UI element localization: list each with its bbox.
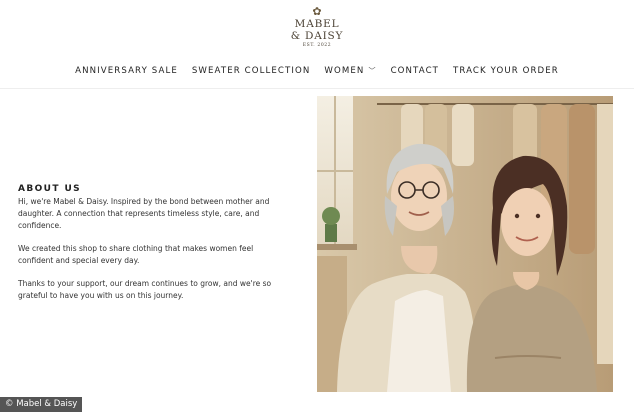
site-header: ✿ MABEL & DAISY EST. 2022 ANNIVERSARY SA… [0,0,634,89]
nav-item-women[interactable]: WOMEN ﹀ [324,66,376,76]
brand-logo[interactable]: ✿ MABEL & DAISY EST. 2022 [0,6,634,49]
founders-photo [317,96,613,392]
about-title: ABOUT US [18,184,82,194]
flower-icon: ✿ [312,5,322,18]
about-paragraph-1: Hi, we're Mabel & Daisy. Inspired by the… [18,197,270,230]
photo-credit: © Mabel & Daisy [0,397,83,412]
about-paragraph-3: Thanks to your support, our dream contin… [18,279,272,300]
nav-item-track-order[interactable]: TRACK YOUR ORDER [453,66,559,76]
logo-established: EST. 2022 [302,43,332,48]
nav-item-sweater-collection[interactable]: SWEATER COLLECTION [192,66,311,76]
about-section: ABOUT US Hi, we're Mabel & Daisy. Inspir… [18,184,290,313]
nav-item-contact[interactable]: CONTACT [391,66,439,76]
logo-text-line2: & DAISY [290,30,344,42]
nav-item-women-label: WOMEN [324,66,365,76]
main-nav: ANNIVERSARY SALE SWEATER COLLECTION WOME… [0,66,634,76]
about-paragraph-2: We created this shop to share clothing t… [18,244,254,265]
founders-photo-illustration [317,96,613,392]
chevron-down-icon: ﹀ [368,67,377,75]
logo-text-line1: MABEL [294,18,340,30]
nav-item-anniversary-sale[interactable]: ANNIVERSARY SALE [75,66,178,76]
